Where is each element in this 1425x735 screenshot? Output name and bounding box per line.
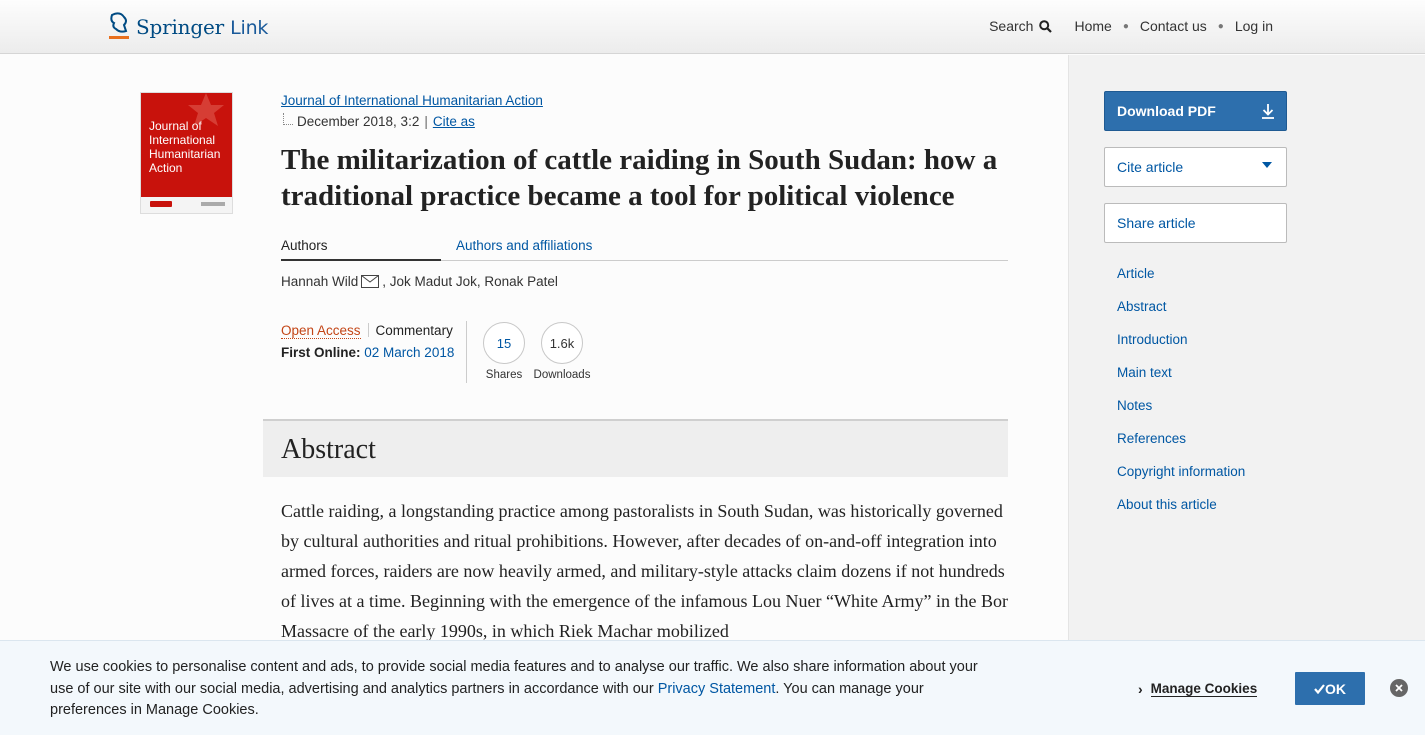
cookie-message: We use cookies to personalise content an…	[50, 657, 990, 722]
download-pdf-label: Download PDF	[1117, 103, 1216, 119]
first-online-date: 02 March 2018	[364, 345, 455, 360]
cover-title-line: International	[149, 133, 216, 147]
horse-logo-icon	[109, 12, 129, 39]
logo-main-text: Springer	[136, 15, 224, 39]
download-pdf-button[interactable]: Download PDF	[1104, 91, 1287, 131]
journal-link[interactable]: Journal of International Humanitarian Ac…	[281, 93, 543, 108]
toc-item-about[interactable]: About this article	[1117, 497, 1245, 530]
cover-title: Journal of International Humanitarian Ac…	[149, 119, 220, 175]
manage-cookies-label: Manage Cookies	[1150, 681, 1258, 697]
cover-title-line: Action	[149, 161, 183, 175]
separator: |	[424, 114, 428, 129]
search-link[interactable]: Search	[989, 18, 1053, 34]
top-navigation: Search Home ● Contact us ● Log in	[989, 18, 1273, 34]
content-type: Commentary	[375, 323, 453, 338]
nav-separator: ●	[1217, 20, 1224, 32]
logo-wordmark: Springer Link	[136, 15, 268, 39]
issue-line: December 2018, 3:2 | Cite as	[283, 113, 475, 129]
cookie-banner: We use cookies to personalise content an…	[0, 640, 1425, 735]
x-mark-icon	[1395, 684, 1403, 692]
home-link[interactable]: Home	[1074, 18, 1111, 34]
shares-label: Shares	[485, 369, 523, 381]
abstract-section-header: Abstract	[263, 419, 1008, 477]
toc-item-article[interactable]: Article	[1117, 266, 1245, 299]
toc-item-references[interactable]: References	[1117, 431, 1245, 464]
logo-sub-text: Link	[230, 17, 269, 39]
cookie-ok-button[interactable]: OK	[1295, 672, 1365, 705]
cite-article-label: Cite article	[1117, 159, 1184, 175]
close-icon[interactable]	[1390, 679, 1408, 697]
first-online: First Online: 02 March 2018	[281, 345, 454, 360]
search-label[interactable]: Search	[989, 18, 1033, 34]
log-in-link[interactable]: Log in	[1235, 18, 1273, 34]
caret-down-icon	[1262, 162, 1272, 168]
manage-cookies-link[interactable]: › Manage Cookies	[1138, 681, 1258, 697]
toc-item-introduction[interactable]: Introduction	[1117, 332, 1245, 365]
publisher-logo-mark	[150, 201, 172, 207]
tab-authors-affiliations[interactable]: Authors and affiliations	[456, 238, 592, 253]
author-tabs: Authors Authors and affiliations	[281, 236, 1008, 261]
first-online-label: First Online:	[281, 345, 361, 360]
downloads-metric: 1.6k Downloads	[533, 322, 591, 381]
article-title: The militarization of cattle raiding in …	[281, 144, 998, 212]
co-authors: , Jok Madut Jok, Ronak Patel	[382, 274, 558, 289]
article-badges: Open Access Commentary	[281, 323, 453, 339]
chevron-right-icon: ›	[1138, 681, 1143, 697]
cover-title-line: Journal of	[149, 119, 202, 133]
abstract-text: Cattle raiding, a longstanding practice …	[281, 501, 1008, 641]
shares-metric[interactable]: 15 Shares	[483, 322, 525, 381]
downloads-count: 1.6k	[541, 322, 583, 364]
shares-count[interactable]: 15	[483, 322, 525, 364]
email-icon[interactable]	[361, 275, 380, 288]
download-icon	[1262, 104, 1274, 119]
toc-item-copyright[interactable]: Copyright information	[1117, 464, 1245, 497]
downloads-label: Downloads	[533, 369, 591, 381]
toc-item-main-text[interactable]: Main text	[1117, 365, 1245, 398]
badge-divider	[367, 323, 369, 337]
toc-item-notes[interactable]: Notes	[1117, 398, 1245, 431]
search-icon[interactable]	[1039, 19, 1053, 33]
share-article-button[interactable]: Share article	[1104, 203, 1287, 243]
checkmark-icon	[1314, 683, 1325, 694]
author-list: Hannah Wild , Jok Madut Jok, Ronak Patel	[281, 274, 558, 289]
author-name[interactable]: Hannah Wild	[281, 274, 358, 289]
metrics-divider	[466, 321, 467, 383]
issue-info: December 2018, 3:2	[297, 114, 420, 129]
toc-item-abstract[interactable]: Abstract	[1117, 299, 1245, 332]
contact-us-link[interactable]: Contact us	[1140, 18, 1207, 34]
open-access-badge[interactable]: Open Access	[281, 323, 361, 339]
table-of-contents: Article Abstract Introduction Main text …	[1117, 266, 1245, 530]
cite-as-link[interactable]: Cite as	[433, 114, 475, 129]
privacy-statement-link[interactable]: Privacy Statement	[658, 681, 776, 697]
cover-publisher-strip	[141, 197, 232, 213]
journal-cover-image[interactable]: Journal of International Humanitarian Ac…	[140, 92, 233, 214]
tree-connector	[283, 113, 293, 125]
ok-label: OK	[1325, 680, 1346, 697]
tab-authors[interactable]: Authors	[281, 238, 441, 261]
share-article-label: Share article	[1117, 215, 1196, 231]
springer-link-logo[interactable]: Springer Link	[106, 10, 268, 44]
site-header: Springer Link Search Home ● Contact us ●…	[0, 0, 1425, 54]
cite-article-button[interactable]: Cite article	[1104, 147, 1287, 187]
nav-separator: ●	[1122, 20, 1129, 32]
cover-title-line: Humanitarian	[149, 147, 221, 161]
springer-open-mark	[201, 202, 225, 206]
abstract-heading: Abstract	[281, 434, 376, 465]
